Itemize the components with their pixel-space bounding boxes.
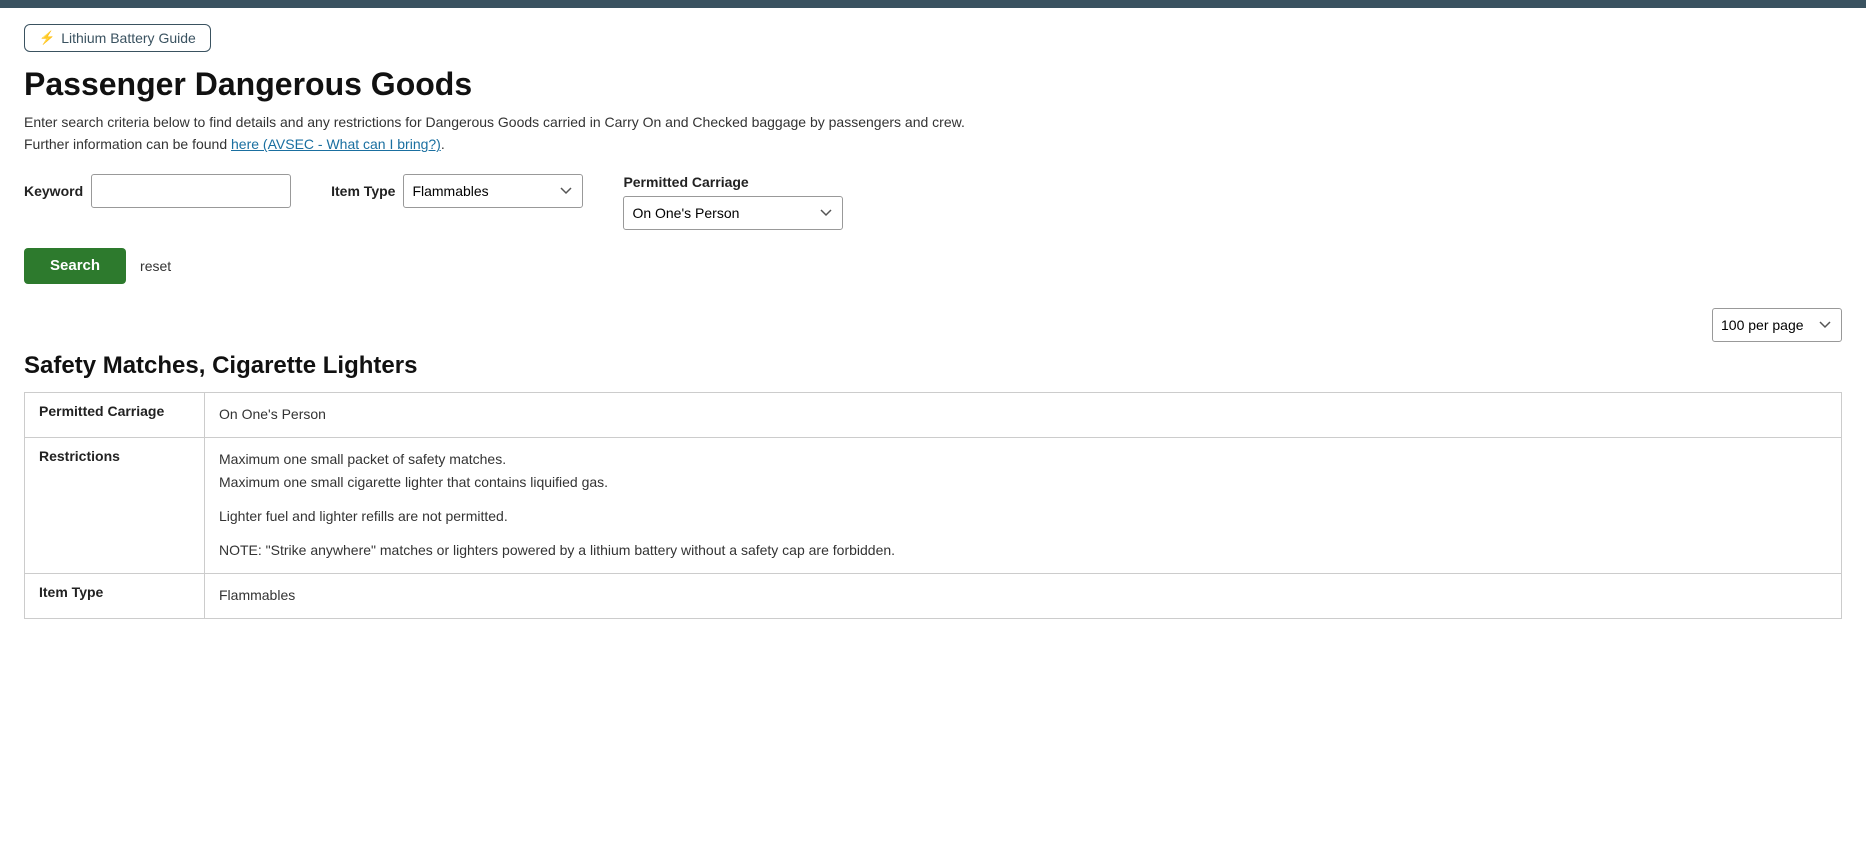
badge-label: Lithium Battery Guide: [61, 30, 196, 46]
page-description: Enter search criteria below to find deta…: [24, 111, 1842, 156]
keyword-label: Keyword: [24, 183, 83, 199]
search-button[interactable]: Search: [24, 248, 126, 284]
lithium-battery-guide-button[interactable]: ⚡ Lithium Battery Guide: [24, 24, 211, 52]
table-row: Restrictions Maximum one small packet of …: [25, 437, 1842, 573]
per-page-row: 10 per page25 per page50 per page100 per…: [24, 308, 1842, 342]
permitted-carriage-select[interactable]: AllOn One's PersonCarry OnChecked Baggag…: [623, 196, 843, 230]
description-link-prefix: Further information can be found: [24, 136, 231, 152]
top-bar: [0, 0, 1866, 8]
table-value-cell: On One's Person: [205, 392, 1842, 437]
page-title: Passenger Dangerous Goods: [24, 66, 1842, 103]
actions-row: Search reset: [24, 248, 1842, 284]
result-table: Permitted CarriageOn One's PersonRestric…: [24, 392, 1842, 619]
restriction-line: Maximum one small packet of safety match…: [219, 448, 1827, 472]
item-type-label: Item Type: [331, 183, 395, 199]
description-link-suffix: .: [441, 136, 445, 152]
reset-button[interactable]: reset: [140, 258, 171, 274]
table-row: Permitted CarriageOn One's Person: [25, 392, 1842, 437]
keyword-group: Keyword: [24, 174, 291, 208]
per-page-select[interactable]: 10 per page25 per page50 per page100 per…: [1712, 308, 1842, 342]
item-type-select[interactable]: AllFlammablesExplosivesGasesOxidisersPoi…: [403, 174, 583, 208]
table-value-cell: Flammables: [205, 573, 1842, 618]
restriction-line: NOTE: "Strike anywhere" matches or light…: [219, 539, 1827, 563]
avsec-link[interactable]: here (AVSEC - What can I bring?): [231, 136, 441, 152]
description-text-start: Enter search criteria below to find deta…: [24, 114, 965, 130]
restriction-line: Lighter fuel and lighter refills are not…: [219, 505, 1827, 529]
search-form: Keyword Item Type AllFlammablesExplosive…: [24, 174, 1842, 230]
restriction-line: Maximum one small cigarette lighter that…: [219, 471, 1827, 495]
table-label-cell: Item Type: [25, 573, 205, 618]
permitted-carriage-group: Permitted Carriage AllOn One's PersonCar…: [623, 174, 843, 230]
table-value-cell: Maximum one small packet of safety match…: [205, 437, 1842, 573]
result-title: Safety Matches, Cigarette Lighters: [24, 352, 1842, 380]
permitted-carriage-label: Permitted Carriage: [623, 174, 843, 190]
table-label-cell: Permitted Carriage: [25, 392, 205, 437]
keyword-input[interactable]: [91, 174, 291, 208]
table-row: Item TypeFlammables: [25, 573, 1842, 618]
results-container: Safety Matches, Cigarette Lighters Permit…: [24, 352, 1842, 619]
bolt-icon: ⚡: [39, 30, 55, 46]
table-label-cell: Restrictions: [25, 437, 205, 573]
item-type-group: Item Type AllFlammablesExplosivesGasesOx…: [331, 174, 583, 208]
